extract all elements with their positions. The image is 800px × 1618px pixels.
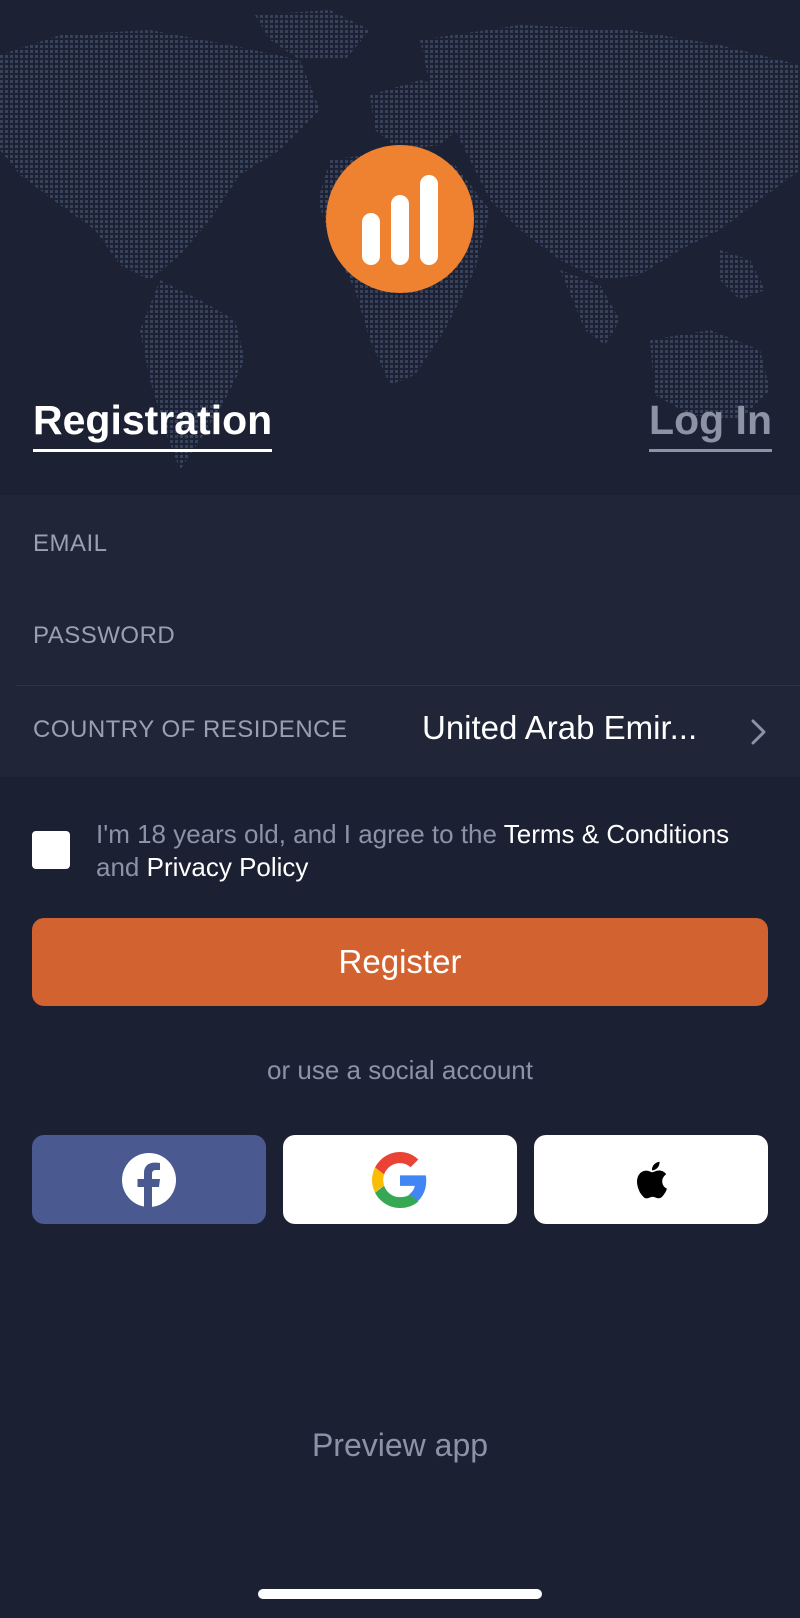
agreement-prefix: I'm 18 years old, and I agree to the (96, 819, 504, 849)
tab-registration[interactable]: Registration (33, 395, 273, 452)
app-logo (326, 145, 474, 293)
facebook-icon (122, 1152, 176, 1208)
country-selector[interactable]: COUNTRY OF RESIDENCE United Arab Emir... (0, 686, 800, 777)
home-indicator (258, 1589, 542, 1599)
facebook-login-button[interactable] (32, 1135, 266, 1224)
chevron-right-icon (751, 719, 766, 745)
apple-icon (637, 1161, 667, 1198)
registration-form: EMAIL PASSWORD COUNTRY OF RESIDENCE Unit… (0, 495, 800, 777)
privacy-link[interactable]: Privacy Policy (147, 852, 309, 882)
preview-app-link[interactable]: Preview app (0, 1427, 800, 1464)
country-value: United Arab Emir... (422, 709, 698, 746)
country-label: COUNTRY OF RESIDENCE (33, 716, 348, 743)
agreement-text: I'm 18 years old, and I agree to the Ter… (96, 818, 736, 884)
auth-tabs: Registration Log In (0, 395, 800, 455)
agree-checkbox[interactable] (32, 831, 70, 869)
password-field[interactable]: PASSWORD (33, 622, 175, 650)
agreement-conjunction: and (96, 852, 147, 882)
email-field[interactable]: EMAIL (33, 530, 108, 558)
tab-login[interactable]: Log In (649, 395, 772, 452)
apple-login-button[interactable] (534, 1135, 768, 1224)
bar-chart-logo-icon (362, 175, 438, 265)
google-icon (372, 1151, 427, 1208)
social-caption: or use a social account (267, 1055, 533, 1085)
hero-map-background: Registration Log In (0, 0, 800, 495)
terms-link[interactable]: Terms & Conditions (504, 819, 729, 849)
register-button[interactable]: Register (32, 918, 768, 1006)
google-login-button[interactable] (283, 1135, 517, 1224)
